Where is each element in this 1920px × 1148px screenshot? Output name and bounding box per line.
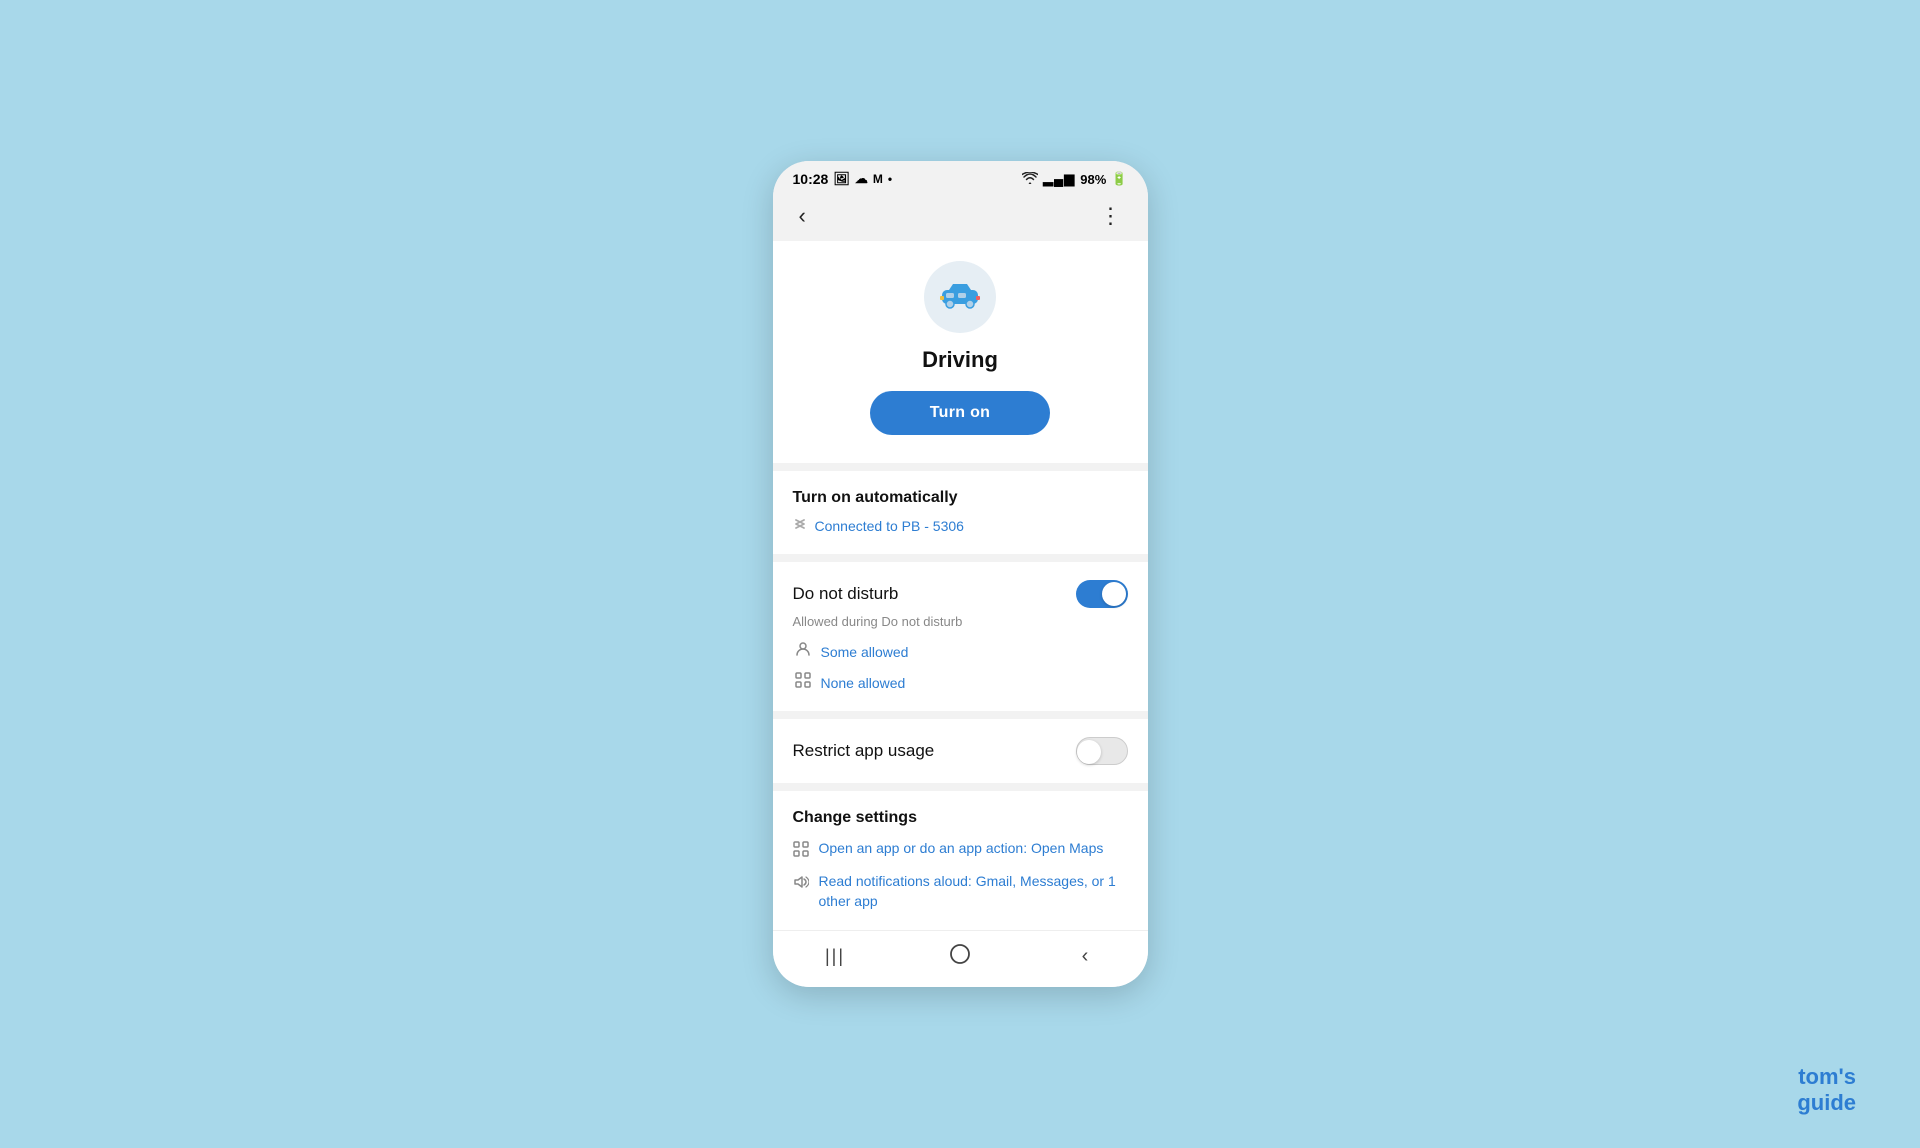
status-bar: 10:28 🖼 ☁ M • ▂▄▆ 98% 🔋 — [773, 161, 1148, 191]
person-icon — [795, 641, 811, 662]
dot-icon: • — [888, 172, 892, 186]
open-app-label: Open an app or do an app action: Open Ma… — [819, 839, 1104, 859]
dnd-item-some-allowed[interactable]: Some allowed — [795, 641, 1128, 662]
change-settings-item-0[interactable]: Open an app or do an app action: Open Ma… — [793, 839, 1128, 862]
dnd-list: Some allowed None allowed — [793, 641, 1128, 693]
nav-bar: ‹ ⋮ — [773, 191, 1148, 241]
restrict-section: Restrict app usage — [773, 719, 1148, 783]
section-gap-1 — [773, 463, 1148, 471]
dnd-sublabel: Allowed during Do not disturb — [793, 614, 1128, 629]
home-icon — [949, 943, 971, 971]
watermark-toms: tom's — [1798, 1064, 1856, 1089]
restrict-toggle-track — [1076, 737, 1128, 765]
dnd-item-none-allowed[interactable]: None allowed — [795, 672, 1128, 693]
restrict-toggle[interactable] — [1076, 737, 1128, 765]
dnd-toggle[interactable] — [1076, 580, 1128, 608]
dnd-label: Do not disturb — [793, 584, 899, 604]
auto-section: Turn on automatically Connected to PB - … — [773, 471, 1148, 554]
wifi-icon — [1022, 172, 1038, 187]
battery-text: 98% — [1080, 172, 1106, 187]
section-gap-4 — [773, 783, 1148, 791]
volume-icon — [793, 874, 809, 895]
bottom-nav-home[interactable] — [938, 941, 982, 973]
bottom-nav-recent[interactable]: ||| — [813, 941, 857, 973]
change-settings-section: Change settings Open an app or do an app… — [773, 791, 1148, 929]
battery-icon: 🔋 — [1111, 171, 1127, 187]
restrict-label: Restrict app usage — [793, 741, 935, 761]
status-right: ▂▄▆ 98% 🔋 — [1022, 171, 1127, 187]
none-allowed-label: None allowed — [821, 675, 906, 691]
auto-section-title: Turn on automatically — [793, 489, 1128, 507]
car-icon — [939, 274, 981, 321]
hero-title: Driving — [922, 347, 998, 373]
change-settings-item-1[interactable]: Read notifications aloud: Gmail, Message… — [793, 872, 1128, 911]
dnd-toggle-track — [1076, 580, 1128, 608]
apps-icon — [795, 672, 811, 693]
open-app-icon — [793, 841, 809, 862]
watermark-guide: guide — [1797, 1090, 1856, 1116]
recent-apps-icon: ||| — [825, 946, 845, 967]
auto-section-item[interactable]: Connected to PB - 5306 — [793, 515, 1128, 536]
restrict-row: Restrict app usage — [793, 737, 1128, 765]
watermark: tom's guide — [1797, 1064, 1856, 1116]
bluetooth-icon — [793, 515, 807, 536]
nav-back-icon: ‹ — [1082, 945, 1089, 968]
phone-frame: 10:28 🖼 ☁ M • ▂▄▆ 98% 🔋 ‹ ⋮ — [773, 161, 1148, 986]
dnd-row: Do not disturb — [793, 580, 1128, 608]
back-button[interactable]: ‹ — [791, 199, 814, 233]
status-left: 10:28 🖼 ☁ M • — [793, 171, 893, 187]
dnd-toggle-knob — [1102, 582, 1126, 606]
status-time: 10:28 — [793, 171, 829, 187]
hero-section: Driving Turn on — [773, 241, 1148, 463]
cloud-icon: ☁ — [855, 171, 868, 187]
email-icon: M — [873, 172, 883, 186]
bottom-nav: ||| ‹ — [773, 930, 1148, 987]
turn-on-button[interactable]: Turn on — [870, 391, 1050, 435]
restrict-toggle-knob — [1077, 740, 1101, 764]
photo-icon: 🖼 — [833, 171, 850, 187]
section-gap-2 — [773, 554, 1148, 562]
bottom-nav-back[interactable]: ‹ — [1063, 941, 1107, 973]
dnd-section: Do not disturb Allowed during Do not dis… — [773, 562, 1148, 711]
some-allowed-label: Some allowed — [821, 644, 909, 660]
signal-icon: ▂▄▆ — [1043, 171, 1075, 187]
auto-section-value: Connected to PB - 5306 — [815, 518, 964, 534]
read-notifications-label: Read notifications aloud: Gmail, Message… — [819, 872, 1128, 911]
change-settings-list: Open an app or do an app action: Open Ma… — [793, 839, 1128, 911]
driving-icon-circle — [924, 261, 996, 333]
more-options-button[interactable]: ⋮ — [1092, 199, 1130, 233]
section-gap-3 — [773, 711, 1148, 719]
change-settings-title: Change settings — [793, 809, 1128, 827]
